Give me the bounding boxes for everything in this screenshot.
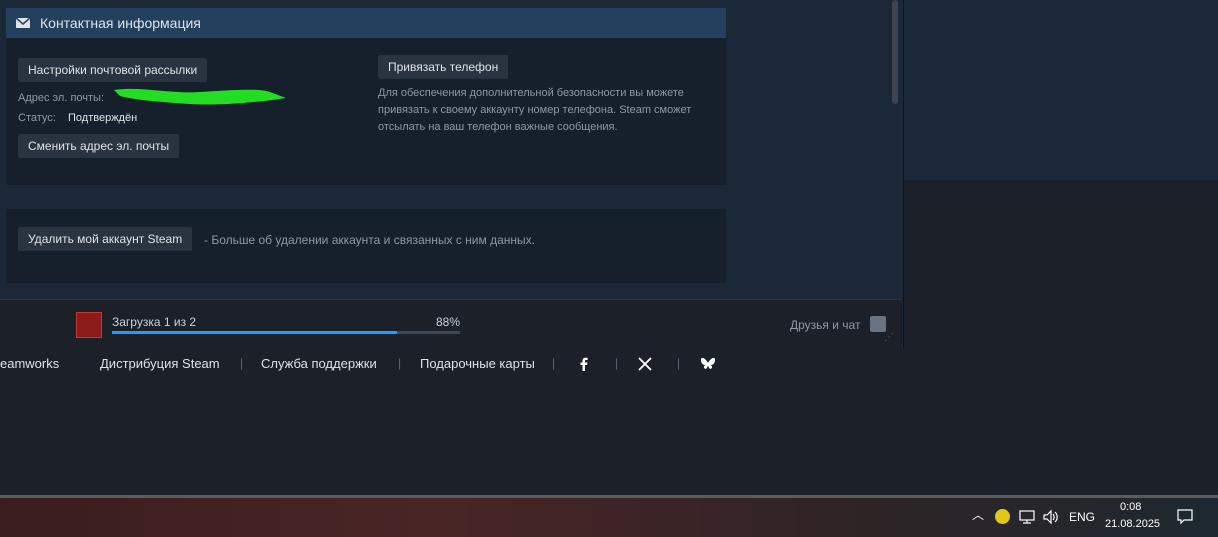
footer-separator: | [552, 356, 556, 370]
footer-separator: | [240, 356, 244, 370]
chevron-up-icon[interactable]: ︿ [972, 506, 984, 523]
game-icon[interactable] [76, 312, 102, 338]
notification-icon[interactable] [1176, 508, 1194, 526]
newsletter-settings-button[interactable]: Настройки почтовой рассылки [18, 58, 208, 82]
friends-chat-link[interactable]: Друзья и чат [790, 318, 860, 332]
delete-account-note[interactable]: - Больше об удалении аккаунта и связанны… [204, 233, 535, 247]
footer-link-distribution[interactable]: Дистрибуция Steam [100, 356, 220, 371]
clock-date[interactable]: 21.08.2025 [1105, 518, 1160, 530]
scrollbar-thumb[interactable] [892, 0, 898, 104]
email-label: Адрес эл. почты: [18, 92, 105, 104]
footer-separator: | [398, 356, 402, 370]
download-progress-fill [112, 331, 397, 334]
desktop-background [903, 180, 1218, 495]
footer-separator: | [615, 356, 619, 370]
bluesky-icon[interactable] [700, 356, 716, 372]
footer-separator: | [677, 356, 681, 370]
status-value: Подтверждён [68, 112, 138, 124]
steam-window: Контактная информация Настройки почтовой… [0, 0, 904, 350]
change-email-button[interactable]: Сменить адрес эл. почты [18, 134, 180, 158]
tray-app-icon[interactable] [995, 509, 1010, 524]
download-percent: 88% [436, 315, 461, 329]
background-panel [903, 0, 1218, 180]
friends-icon[interactable] [870, 316, 886, 332]
contact-panel-title: Контактная информация [40, 15, 201, 31]
volume-icon[interactable] [1042, 509, 1060, 525]
download-status[interactable]: Загрузка 1 из 2 [112, 315, 196, 329]
bind-phone-button[interactable]: Привязать телефон [378, 55, 509, 79]
footer-link-steamworks[interactable]: eamworks [0, 356, 59, 371]
language-indicator[interactable]: ENG [1069, 510, 1095, 524]
clock-time[interactable]: 0:08 [1120, 501, 1141, 513]
delete-account-button[interactable]: Удалить мой аккаунт Steam [18, 227, 193, 251]
facebook-icon[interactable] [576, 356, 592, 372]
taskbar [0, 495, 1218, 537]
network-icon[interactable] [1019, 509, 1035, 525]
footer-link-gift-cards[interactable]: Подарочные карты [420, 356, 535, 371]
footer-link-support[interactable]: Служба поддержки [261, 356, 377, 371]
resize-grip-icon[interactable]: ⋰ [884, 332, 900, 346]
x-icon[interactable] [637, 356, 653, 372]
phone-description: Для обеспечения дополнительной безопасно… [378, 87, 692, 133]
mail-icon [16, 18, 30, 28]
email-redaction-scribble [114, 88, 286, 105]
download-progress-track [112, 331, 460, 334]
status-label: Статус: [18, 112, 56, 124]
contact-panel-header: Контактная информация [6, 8, 726, 38]
